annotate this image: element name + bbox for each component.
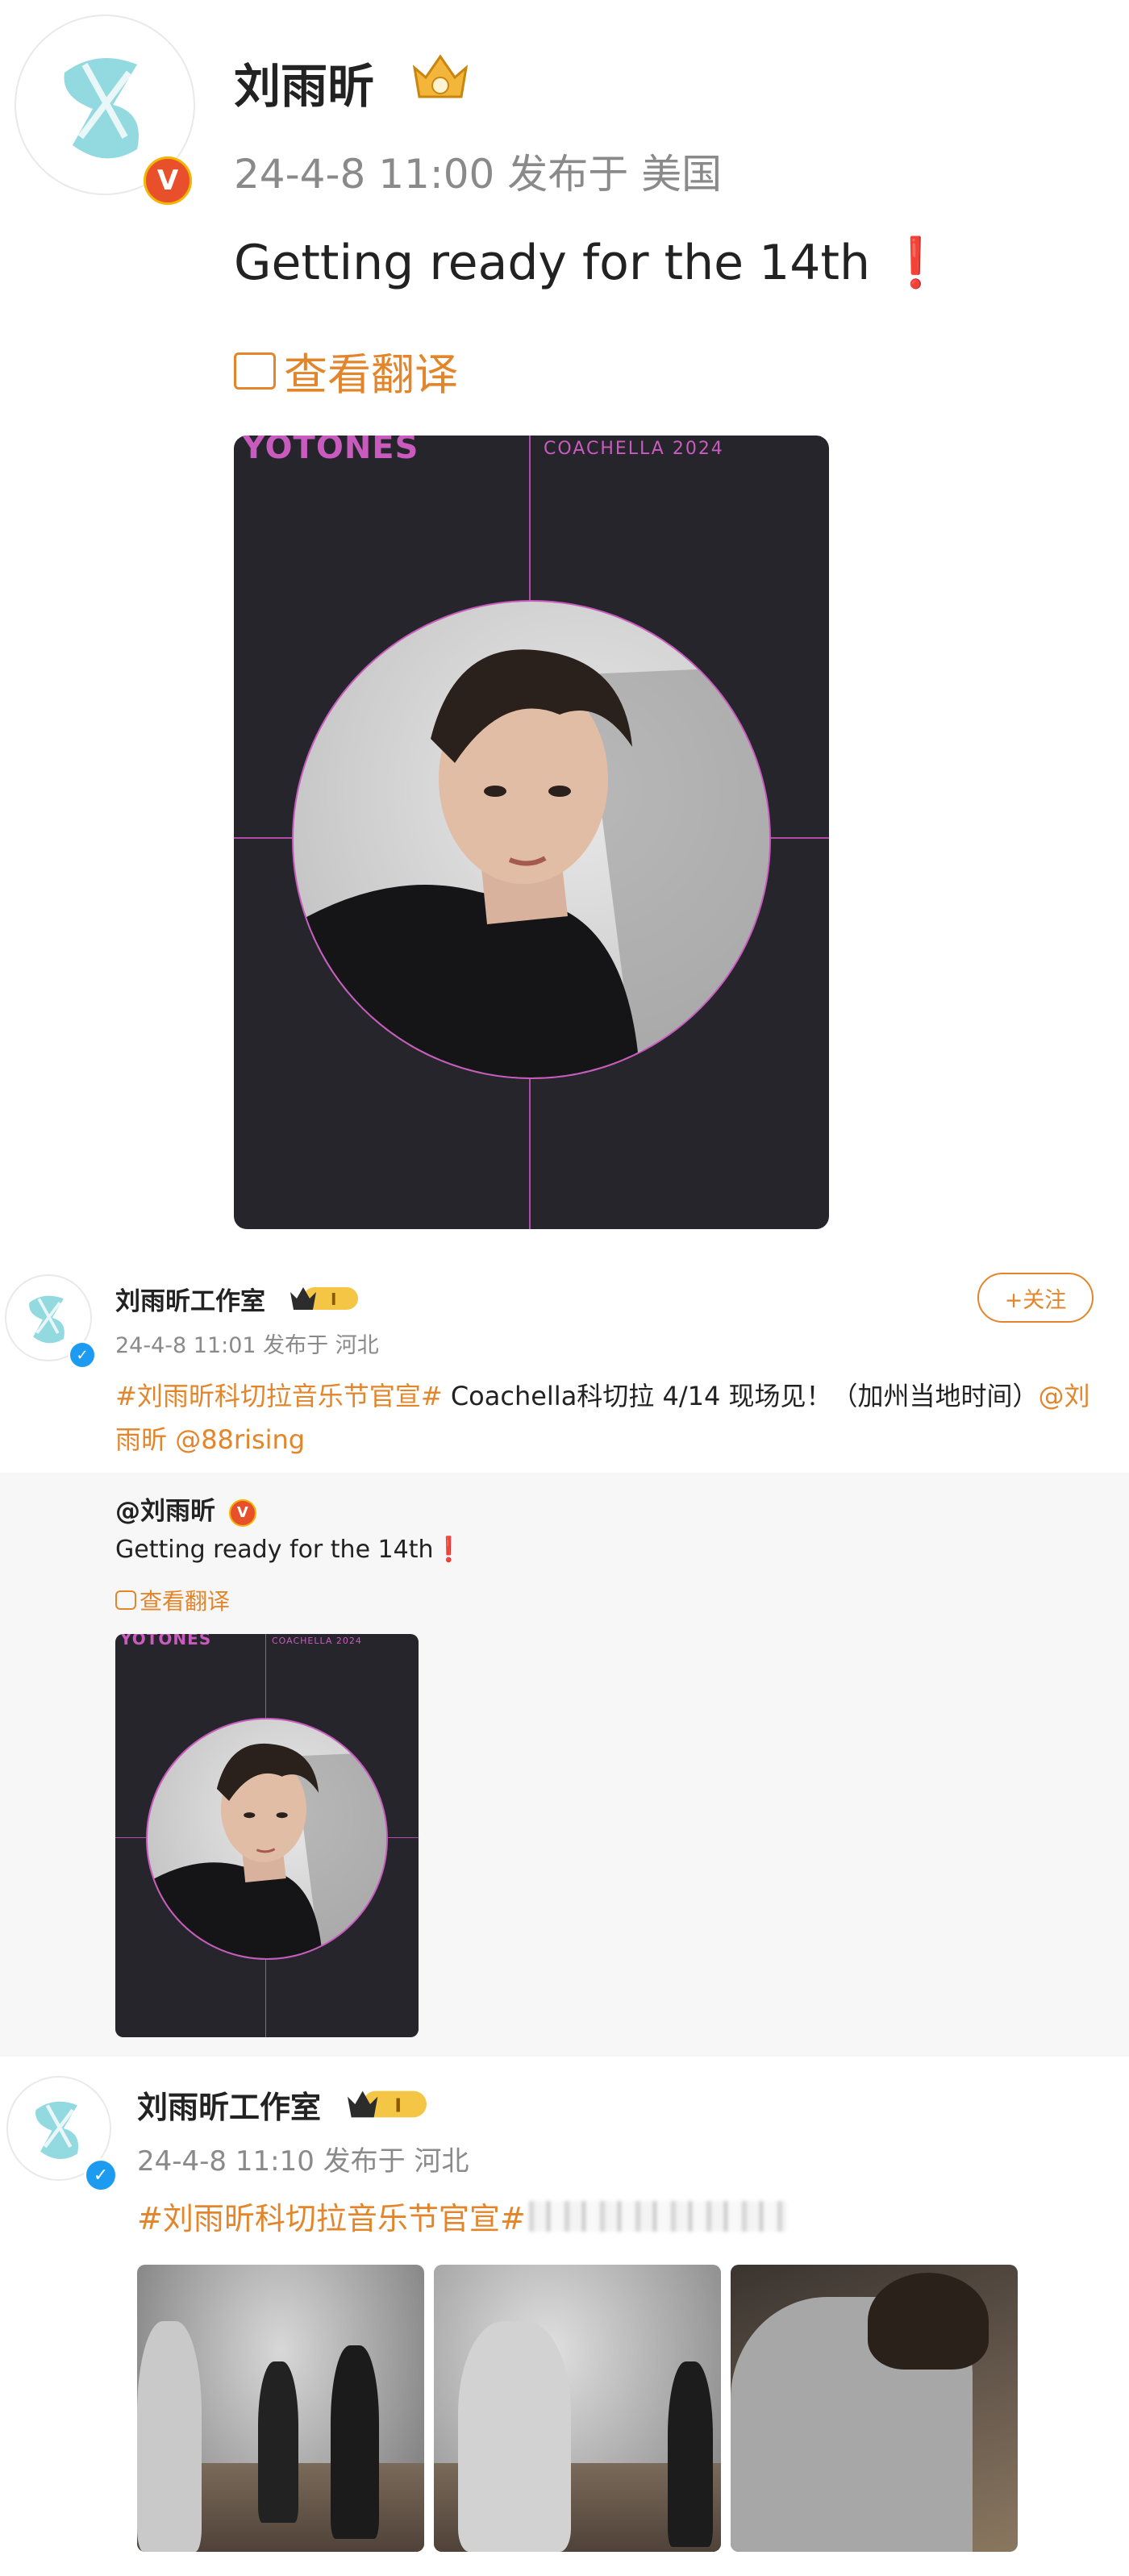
translate-label: 查看翻译 [140,1588,231,1615]
translate-label: 查看翻译 [284,349,458,400]
svg-text:I: I [331,1290,336,1309]
author-avatar[interactable]: ✓ [6,2076,118,2192]
post-3: ✓ 刘雨昕工作室 I 24-4-8 11:10 发布于 河北 #刘雨昕科切拉音乐… [0,2065,1129,2576]
thumb-figure [458,2321,571,2552]
thumb-figure [868,2273,989,2370]
translate-icon [115,1590,136,1610]
reposted-text: Getting ready for the 14th❗ [115,1536,464,1564]
member-level-badge-icon: I [289,1284,360,1313]
author-name[interactable]: 刘雨昕 [234,48,374,116]
follow-button[interactable]: +关注 [977,1273,1094,1323]
verified-badge-icon: ✓ [68,1340,97,1369]
post-meta: 24-4-8 11:00 发布于 美国 [234,151,723,198]
mention-link-2[interactable]: @88rising [175,1424,305,1455]
poster-event: COACHELLA 2024 [544,439,724,459]
blurred-text [528,2200,787,2232]
reposted-author-name[interactable]: @刘雨昕 [115,1497,215,1526]
author-name[interactable]: 刘雨昕工作室 [137,2082,321,2127]
hashtag-link[interactable]: #刘雨昕科切拉音乐节官宣# [137,2194,526,2238]
poster-event: COACHELLA 2024 [272,1636,362,1646]
thumb-figure [137,2321,202,2552]
post-text-body: Getting ready for the 14th [234,235,886,291]
verified-badge-icon: ✓ [84,2158,118,2192]
thumb-figure [331,2345,379,2539]
post-1: V 刘雨昕 24-4-8 11:00 发布于 美国 Getting ready … [0,0,1129,1246]
reposted-image[interactable]: YOTONES COACHELLA 2024 [115,1634,419,2037]
post-text: #刘雨昕科切拉音乐节官宣# Coachella科切拉 4/14 现场见！（加州当… [115,1374,1099,1461]
photo-thumbnail-2[interactable] [434,2265,721,2552]
exclamation-emoji-icon: ❗ [433,1536,464,1564]
post-text: #刘雨昕科切拉音乐节官宣# [137,2194,787,2238]
reposted-text-body: Getting ready for the 14th [115,1536,434,1564]
member-level-badge-icon: I [345,2087,429,2121]
reposted-author[interactable]: @刘雨昕 V [115,1490,256,1527]
post-image[interactable]: YOTONES COACHELLA 2024 [234,436,829,1229]
exclamation-emoji-icon: ❗ [885,235,946,291]
translate-button[interactable]: 查看翻译 [115,1584,230,1616]
post-meta: 24-4-8 11:10 发布于 河北 [137,2145,469,2178]
poster-brand: YOTONES [120,1634,212,1649]
thumb-figure [258,2361,298,2523]
verified-badge-icon: V [144,156,192,205]
translate-button[interactable]: 查看翻译 [234,339,458,402]
verified-badge-icon: V [228,1498,256,1527]
author-avatar[interactable]: V [15,15,195,205]
crown-badge-icon [410,50,471,103]
post-text: Getting ready for the 14th ❗ [234,234,946,291]
portrait-photo [146,1718,388,1960]
author-avatar[interactable]: ✓ [5,1274,97,1369]
photo-thumbnail-3[interactable] [731,2265,1018,2552]
thumb-figure [668,2361,713,2547]
hashtag-link[interactable]: #刘雨昕科切拉音乐节官宣# [115,1381,443,1411]
post-2: ✓ 刘雨昕工作室 I 24-4-8 11:01 发布于 河北 +关注 #刘雨昕科… [0,1258,1129,2057]
post-meta: 24-4-8 11:01 发布于 河北 [115,1333,379,1358]
portrait-photo [292,600,771,1079]
svg-text:I: I [394,2094,402,2116]
photo-thumbnail-1[interactable] [137,2265,424,2552]
author-name[interactable]: 刘雨昕工作室 [115,1281,265,1317]
translate-icon [234,352,276,390]
post-text-body: Coachella科切拉 4/14 现场见！（加州当地时间） [442,1381,1039,1411]
poster-brand: YOTONES [242,436,419,466]
reposted-post[interactable]: @刘雨昕 V Getting ready for the 14th❗ 查看翻译 … [0,1473,1129,2057]
